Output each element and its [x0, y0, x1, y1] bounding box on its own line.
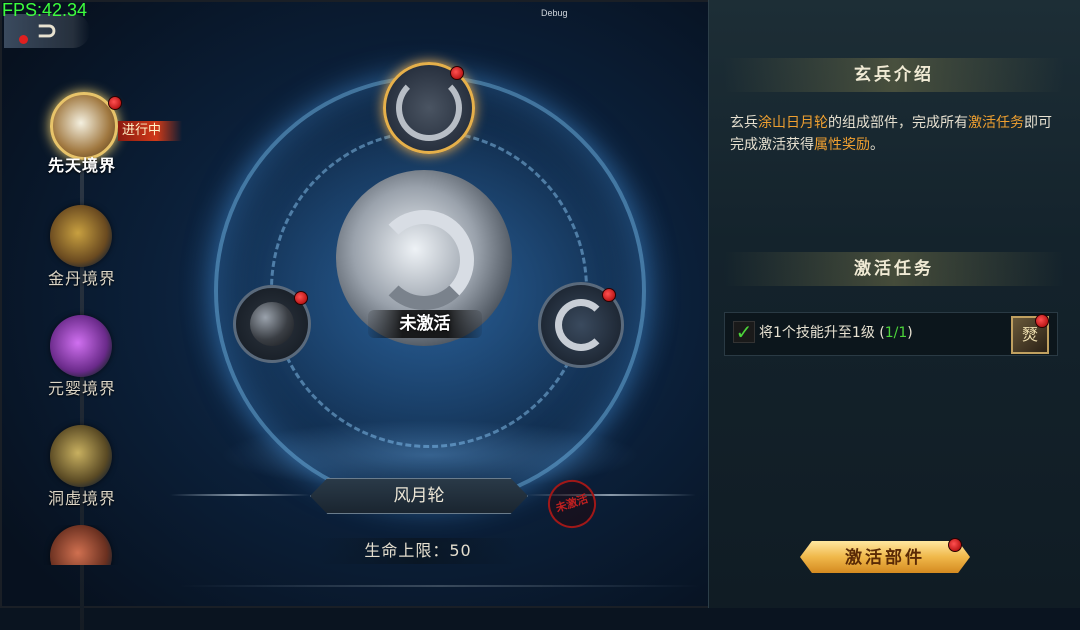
stage-item-yuanying[interactable]: 元婴境界 [40, 315, 140, 415]
divider [180, 585, 700, 587]
part-name-plate: 风月轮 [310, 478, 528, 514]
tasks-title: 激活任务 [724, 252, 1064, 286]
moon-ring-icon [396, 75, 462, 141]
stage-label: 先天境界 [47, 156, 116, 175]
stage-item-dongxu[interactable]: 洞虚境界 [40, 425, 140, 525]
stage-orb-icon [50, 425, 112, 487]
stage-label: 洞虚境界 [47, 489, 116, 508]
red-dot-badge [602, 288, 616, 302]
red-dot-badge [948, 538, 962, 552]
stage-label: 金丹境界 [47, 269, 116, 288]
stage-label: 元婴境界 [47, 379, 116, 398]
reward-highlight: 属性奖励 [814, 137, 870, 153]
task-row[interactable]: ✓ 将1个技能升至1级 (1/1) 燹 [724, 312, 1058, 356]
intro-text-part: 的组成部件，完成所有 [828, 115, 968, 131]
stage-item-jindan[interactable]: 金丹境界 [40, 205, 140, 305]
stage-orb-icon [50, 525, 112, 565]
stage-orb-icon [50, 315, 112, 377]
task-highlight: 激活任务 [968, 115, 1024, 131]
intro-title: 玄兵介绍 [724, 58, 1064, 92]
intro-text-part: 。 [870, 137, 884, 153]
in-progress-tag: 进行中 [118, 121, 182, 141]
task-description: 将1个技能升至1级 ( [759, 325, 885, 341]
activate-part-button[interactable]: 激活部件 [800, 541, 970, 573]
inactive-status-tag: 未激活 [368, 310, 482, 338]
red-dot-badge [1035, 314, 1049, 328]
weapon-name-highlight: 涂山日月轮 [758, 115, 828, 131]
stage-orb-icon [50, 205, 112, 267]
red-dot-badge [108, 96, 122, 110]
swirl-icon [374, 210, 474, 310]
fps-counter: FPS:42.34 [2, 0, 88, 20]
intro-text: 玄兵涂山日月轮的组成部件，完成所有激活任务即可完成激活获得属性奖励。 [730, 112, 1060, 156]
debug-label[interactable]: Debug [541, 8, 568, 18]
red-dot-badge [294, 291, 308, 305]
attribute-stat: 生命上限：50 [318, 538, 518, 564]
task-progress: 1/1 [884, 325, 908, 341]
orb-icon [250, 302, 294, 346]
record-indicator [19, 35, 28, 44]
task-text: 将1个技能升至1级 (1/1) [759, 313, 913, 353]
intro-text-part: 玄兵 [730, 115, 758, 131]
red-dot-badge [450, 66, 464, 80]
stage-item-next[interactable] [40, 525, 140, 565]
divider [170, 494, 310, 496]
checkmark-icon: ✓ [733, 321, 755, 343]
stage-item-xiantian[interactable]: 先天境界 [40, 92, 140, 192]
crescent-icon [555, 299, 607, 351]
task-paren: ) [907, 325, 913, 341]
